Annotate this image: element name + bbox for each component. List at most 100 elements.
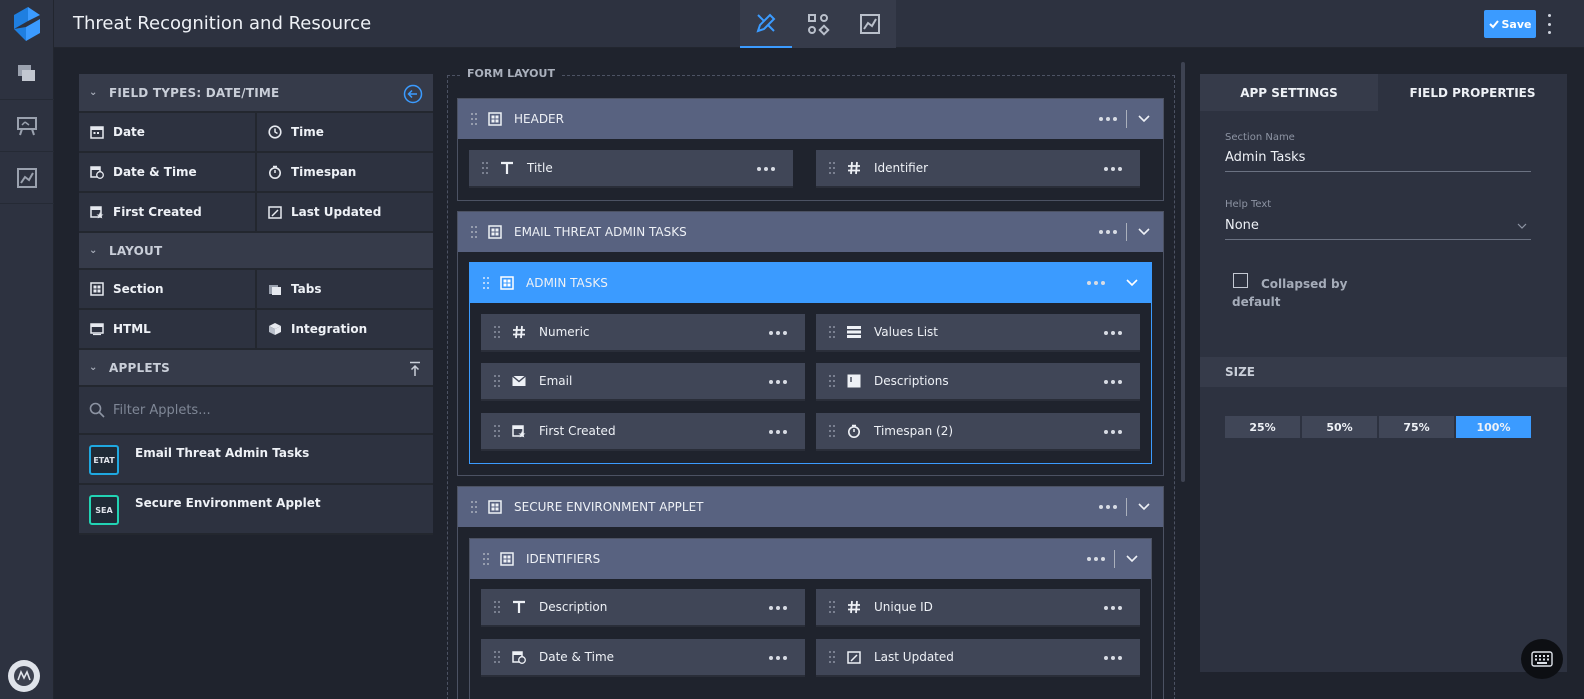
section-header-bar[interactable]: SECURE ENVIRONMENT APPLET	[458, 487, 1163, 527]
palette-item-label: HTML	[113, 322, 151, 336]
avatar[interactable]	[8, 660, 40, 692]
chevron-down-icon[interactable]	[1125, 274, 1139, 292]
collapsed-checkbox[interactable]	[1233, 273, 1248, 288]
field-menu-icon[interactable]	[1104, 380, 1122, 384]
applet-item-email-threat[interactable]: ETAT Email Threat Admin Tasks	[79, 435, 433, 485]
size-100-button[interactable]: 100%	[1456, 416, 1531, 438]
section-header-bar[interactable]: ADMIN TASKS	[470, 263, 1151, 303]
chevron-down-icon[interactable]	[1137, 498, 1151, 516]
size-25-button[interactable]: 25%	[1225, 416, 1300, 438]
field-menu-icon[interactable]	[757, 167, 775, 171]
reports-icon[interactable]	[844, 0, 896, 48]
drag-handle-icon[interactable]	[828, 374, 836, 388]
palette-item-tabs[interactable]: Tabs	[257, 270, 433, 308]
filter-applets-input[interactable]	[113, 402, 413, 418]
field-menu-icon[interactable]	[1104, 167, 1122, 171]
chevron-down-icon[interactable]	[1137, 110, 1151, 128]
keyboard-shortcuts-icon[interactable]	[1521, 639, 1563, 679]
drag-handle-icon[interactable]	[482, 276, 490, 290]
canvas-scrollbar[interactable]	[1181, 62, 1185, 482]
more-menu-icon[interactable]	[1546, 14, 1552, 34]
app-logo-icon[interactable]	[0, 0, 54, 48]
section-menu-icon[interactable]	[1087, 551, 1105, 567]
chevron-down-icon[interactable]	[1137, 223, 1151, 241]
palette-item-section[interactable]: Section	[79, 270, 255, 308]
drag-handle-icon[interactable]	[482, 552, 490, 566]
field-menu-icon[interactable]	[1104, 606, 1122, 610]
workspaces-icon[interactable]	[0, 48, 54, 100]
section-menu-icon[interactable]	[1087, 275, 1105, 291]
layout-header[interactable]: ⌄ LAYOUT	[79, 231, 433, 270]
calendar-star-icon	[511, 423, 527, 439]
field-numeric[interactable]: Numeric	[481, 314, 805, 352]
drag-handle-icon[interactable]	[493, 600, 501, 614]
drag-handle-icon[interactable]	[493, 374, 501, 388]
field-date-time[interactable]: Date & Time	[481, 639, 805, 677]
palette-item-timespan[interactable]: Timespan	[257, 153, 433, 191]
field-menu-icon[interactable]	[769, 380, 787, 384]
collapse-back-icon[interactable]	[403, 84, 423, 104]
drag-handle-icon[interactable]	[828, 600, 836, 614]
field-menu-icon[interactable]	[1104, 430, 1122, 434]
drag-handle-icon[interactable]	[828, 325, 836, 339]
field-description[interactable]: Description	[481, 589, 805, 627]
palette-item-html[interactable]: HTML	[79, 310, 255, 348]
section-menu-icon[interactable]	[1099, 111, 1117, 127]
tab-app-settings[interactable]: APP SETTINGS	[1200, 74, 1378, 111]
field-title[interactable]: Title	[469, 150, 793, 188]
drag-handle-icon[interactable]	[481, 161, 489, 175]
field-types-header[interactable]: ⌄ FIELD TYPES: DATE/TIME	[79, 74, 433, 113]
drag-handle-icon[interactable]	[828, 161, 836, 175]
workflow-icon[interactable]	[792, 0, 844, 48]
applets-header[interactable]: ⌄ APPLETS	[79, 348, 433, 387]
field-descriptions[interactable]: Descriptions	[816, 363, 1140, 401]
reports-rail-icon[interactable]	[0, 152, 54, 204]
section-menu-icon[interactable]	[1099, 224, 1117, 240]
section-header-bar[interactable]: IDENTIFIERS	[470, 539, 1151, 579]
palette-item-integration[interactable]: Integration	[257, 310, 433, 348]
field-menu-icon[interactable]	[1104, 331, 1122, 335]
field-unique-id[interactable]: Unique ID	[816, 589, 1140, 627]
chevron-down-icon[interactable]	[1125, 550, 1139, 568]
drag-handle-icon[interactable]	[470, 225, 478, 239]
dashboard-icon[interactable]	[0, 100, 54, 152]
drag-handle-icon[interactable]	[828, 424, 836, 438]
help-text-select[interactable]: None	[1225, 218, 1531, 240]
field-first-created[interactable]: First Created	[481, 413, 805, 451]
field-menu-icon[interactable]	[769, 606, 787, 610]
applet-item-secure-environment[interactable]: SEA Secure Environment Applet	[79, 485, 433, 535]
palette-item-first-created[interactable]: First Created	[79, 193, 255, 231]
size-75-button[interactable]: 75%	[1379, 416, 1454, 438]
field-menu-icon[interactable]	[769, 656, 787, 660]
field-email[interactable]: Email	[481, 363, 805, 401]
collapse-up-icon[interactable]	[409, 361, 421, 377]
field-last-updated[interactable]: Last Updated	[816, 639, 1140, 677]
field-menu-icon[interactable]	[769, 331, 787, 335]
section-grid-icon	[488, 112, 502, 126]
section-name-field[interactable]: Admin Tasks	[1225, 150, 1531, 172]
palette-item-time[interactable]: Time	[257, 113, 433, 151]
size-50-button[interactable]: 50%	[1302, 416, 1377, 438]
section-menu-icon[interactable]	[1099, 499, 1117, 515]
drag-handle-icon[interactable]	[493, 650, 501, 664]
palette-item-date-time[interactable]: Date & Time	[79, 153, 255, 191]
save-button[interactable]: Save	[1484, 10, 1536, 38]
drag-handle-icon[interactable]	[493, 325, 501, 339]
section-title: SECURE ENVIRONMENT APPLET	[514, 500, 704, 514]
tab-field-properties[interactable]: FIELD PROPERTIES	[1378, 74, 1567, 111]
designer-icon[interactable]	[740, 0, 792, 48]
drag-handle-icon[interactable]	[493, 424, 501, 438]
drag-handle-icon[interactable]	[470, 112, 478, 126]
applet-badge: SEA	[89, 495, 119, 525]
palette-item-date[interactable]: Date	[79, 113, 255, 151]
palette-item-last-updated[interactable]: Last Updated	[257, 193, 433, 231]
drag-handle-icon[interactable]	[828, 650, 836, 664]
drag-handle-icon[interactable]	[470, 500, 478, 514]
section-header-bar[interactable]: EMAIL THREAT ADMIN TASKS	[458, 212, 1163, 252]
field-menu-icon[interactable]	[1104, 656, 1122, 660]
field-menu-icon[interactable]	[769, 430, 787, 434]
field-values-list[interactable]: Values List	[816, 314, 1140, 352]
field-identifier[interactable]: Identifier	[816, 150, 1140, 188]
field-timespan-2[interactable]: Timespan (2)	[816, 413, 1140, 451]
section-header-bar[interactable]: HEADER	[458, 99, 1163, 139]
